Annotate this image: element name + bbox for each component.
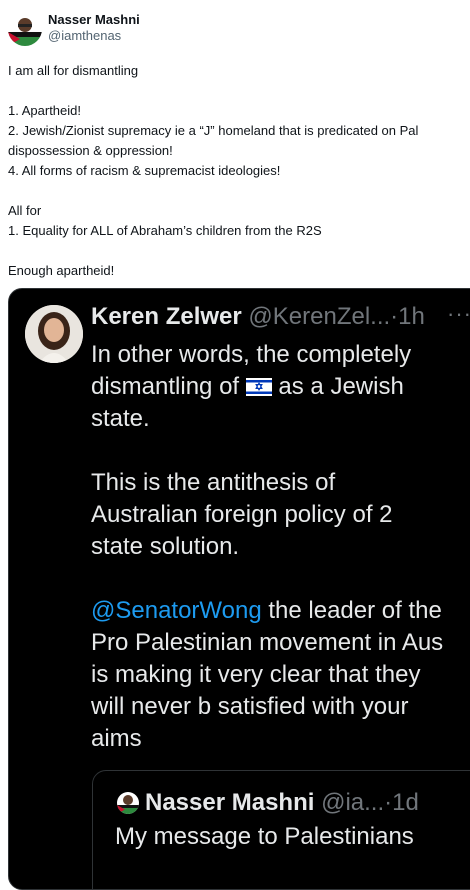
nested-author-avatar[interactable] — [117, 792, 139, 814]
quoted-line: Pro Palestinian movement in Aus — [91, 629, 444, 656]
quoted-tweet-card[interactable]: Keren Zelwer @KerenZel...·1h ··· In othe… — [8, 288, 470, 890]
nested-quote-card[interactable]: Nasser Mashni @ia...·1d My message to Pa… — [92, 770, 470, 889]
quoted-line: This is the antithesis of — [91, 469, 336, 496]
quoted-author-avatar[interactable] — [25, 305, 83, 363]
tweet-line: 1. Apartheid! — [8, 103, 81, 118]
separator-dot: · — [384, 789, 393, 816]
nested-time[interactable]: 1d — [392, 789, 419, 816]
more-dots-icon[interactable]: ··· — [447, 301, 470, 327]
quoted-line-part: as a Jewish — [271, 373, 404, 400]
nested-meta: Nasser Mashni @ia...·1d — [145, 789, 419, 817]
tweet-line: 2. Jewish/Zionist supremacy ie a “J” hom… — [8, 123, 419, 138]
tweet-line: All for — [8, 203, 42, 218]
mention-link[interactable]: @SenatorWong — [91, 597, 262, 624]
quoted-author-handle[interactable]: @KerenZel... — [248, 303, 390, 330]
quoted-time[interactable]: 1h — [398, 303, 425, 330]
tweet-text: I am all for dismantling 1. Apartheid! 2… — [8, 61, 470, 281]
separator-dot: · — [390, 303, 399, 330]
quoted-line-part: dismantling of — [91, 373, 246, 400]
tweet-line: 4. All forms of racism & supremacist ide… — [8, 163, 281, 178]
quoted-line: will never b satisfied with your — [91, 693, 409, 720]
quoted-line: In other words, the completely — [91, 341, 412, 368]
quoted-line: state. — [91, 405, 150, 432]
quoted-line: Australian foreign policy of 2 — [91, 501, 393, 528]
tweet-line: dispossession & oppression! — [8, 143, 173, 158]
nested-text: My message to Palestinians — [115, 823, 414, 850]
nested-author-name[interactable]: Nasser Mashni — [145, 789, 314, 816]
tweet-header: Nasser Mashni @iamthenas — [8, 12, 140, 46]
quoted-line: @SenatorWong the leader of the — [91, 595, 470, 627]
tweet-line: 1. Equality for ALL of Abraham’s childre… — [8, 223, 322, 238]
author-avatar[interactable] — [8, 12, 42, 46]
author-handle[interactable]: @iamthenas — [48, 28, 140, 44]
quoted-meta: Keren Zelwer @KerenZel...·1h — [91, 303, 425, 331]
quoted-line: dismantling of as a Jewish — [91, 371, 470, 403]
quoted-line: is making it very clear that they — [91, 661, 421, 688]
quoted-text: In other words, the completely dismantli… — [91, 339, 470, 755]
quoted-author-name[interactable]: Keren Zelwer — [91, 303, 242, 330]
nested-author-handle[interactable]: @ia... — [321, 789, 384, 816]
author-name[interactable]: Nasser Mashni — [48, 12, 140, 28]
flag-israel-icon — [245, 373, 272, 405]
quoted-line: aims — [91, 725, 142, 752]
tweet-line: I am all for dismantling — [8, 63, 139, 78]
quoted-line: state solution. — [91, 533, 240, 560]
quoted-line-part: the leader of the — [261, 597, 442, 624]
tweet-line: Enough apartheid! — [8, 263, 115, 278]
